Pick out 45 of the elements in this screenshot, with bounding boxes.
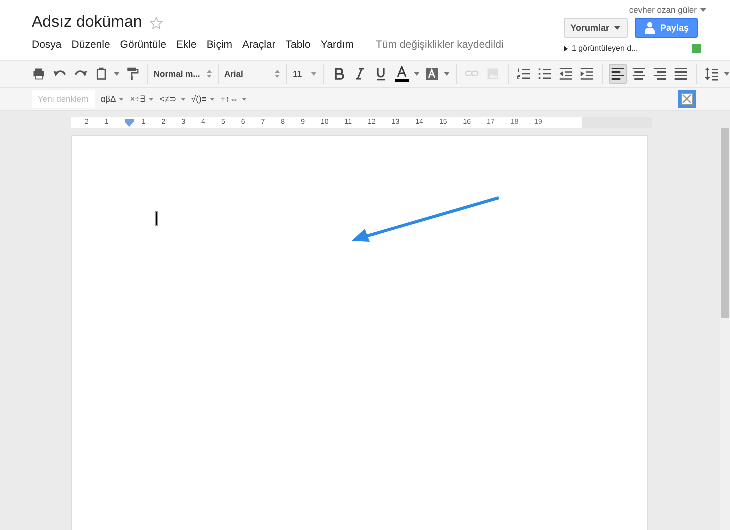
up-down-arrows-icon (206, 70, 212, 78)
comments-button[interactable]: Yorumlar (564, 18, 628, 38)
caret-icon (242, 98, 247, 100)
menu-item[interactable]: Düzenle (72, 39, 110, 51)
font-dropdown[interactable]: Arial (224, 64, 280, 84)
menu-item[interactable]: Dosya (32, 39, 62, 51)
caret-icon (148, 98, 154, 100)
viewer-color-marker (692, 44, 701, 53)
caret-icon (311, 72, 318, 76)
caret-icon[interactable] (444, 72, 450, 76)
star-icon[interactable] (150, 16, 164, 30)
caret-icon (119, 98, 124, 100)
scrollbar[interactable] (720, 128, 730, 530)
document-title[interactable]: Adsız doküman (32, 14, 142, 32)
symbol-menu[interactable]: +↑⇔ (220, 94, 247, 104)
caret-icon (614, 26, 622, 30)
symbol-menu[interactable]: ×÷∃ (130, 94, 154, 104)
save-status: Tüm değişiklikler kaydedildi (376, 39, 504, 51)
user-name[interactable]: cevher ozan güler (629, 5, 697, 15)
text-cursor (155, 211, 158, 226)
caret-icon[interactable] (700, 8, 707, 12)
caret-icon[interactable] (724, 72, 730, 76)
up-down-arrows-icon (275, 70, 280, 78)
menu-item[interactable]: Biçim (206, 39, 233, 51)
menu-item[interactable]: Tablo (286, 39, 311, 51)
person-icon (644, 22, 656, 34)
symbol-menu[interactable]: <≠⊃ (160, 94, 186, 104)
triangle-icon[interactable] (564, 46, 568, 52)
symbol-menu[interactable]: αβΔ (100, 94, 124, 104)
align-left-icon[interactable] (609, 64, 628, 84)
menu-item[interactable]: Görüntüle (120, 39, 166, 51)
style-dropdown[interactable]: Normal m... (154, 64, 212, 84)
close-button[interactable] (678, 90, 696, 108)
caret-icon (210, 98, 215, 100)
font-size-dropdown[interactable]: 11 (293, 64, 318, 84)
text-color-icon[interactable] (393, 64, 412, 84)
viewers-link[interactable]: 1 görüntüleyen d... (572, 44, 688, 53)
menu-item[interactable]: Araçlar (242, 39, 276, 51)
symbol-menu[interactable]: √()≡ (192, 94, 215, 104)
caret-icon (180, 98, 186, 100)
caret-icon[interactable] (414, 72, 420, 76)
menu-item[interactable]: Ekle (176, 39, 197, 51)
caret-icon[interactable] (114, 72, 120, 76)
indent-marker-icon[interactable] (124, 118, 134, 126)
menu-item[interactable]: Yardım (320, 39, 354, 51)
